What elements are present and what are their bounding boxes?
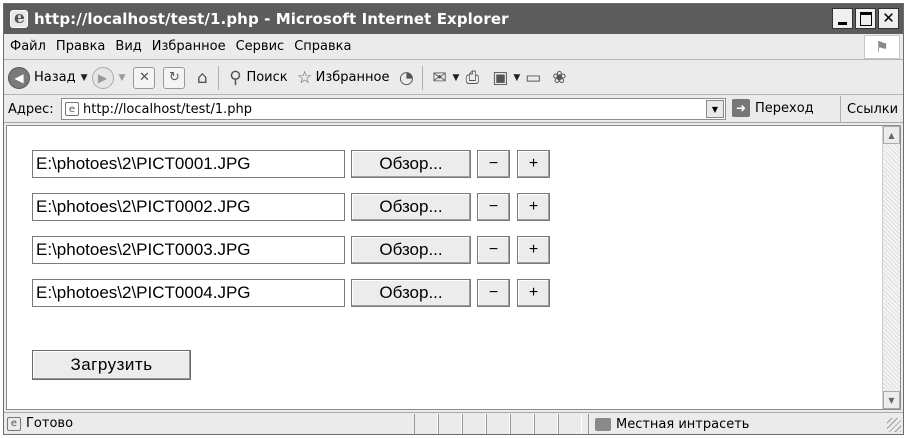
status-pane xyxy=(462,414,486,434)
ie-app-icon xyxy=(10,8,28,28)
status-bar: e Готово Местная интрасеть xyxy=(4,412,903,434)
menu-bar: Файл Правка Вид Избранное Сервис Справка… xyxy=(4,34,903,60)
links-label: Ссылки xyxy=(847,101,899,117)
browse-button[interactable]: Обзор... xyxy=(351,150,471,178)
scroll-down-icon[interactable]: ▼ xyxy=(883,391,900,409)
add-row-button[interactable]: + xyxy=(517,279,550,307)
history-icon[interactable]: ◔ xyxy=(395,67,417,89)
status-pane xyxy=(510,414,534,434)
scroll-up-icon[interactable]: ▲ xyxy=(883,126,900,144)
file-input[interactable]: E:\photoes\2\PICT0003.JPG xyxy=(32,236,345,264)
windows-logo-icon: ⚑ xyxy=(864,35,900,59)
title-bar: http://localhost/test/1.php - Microsoft … xyxy=(4,4,903,34)
menu-help[interactable]: Справка xyxy=(294,39,351,54)
forward-button[interactable]: ▶ ▼ xyxy=(91,66,130,89)
resize-grip-icon[interactable] xyxy=(887,418,901,432)
address-bar: Адрес: e http://localhost/test/1.php ▼ ➜… xyxy=(4,96,903,123)
add-row-button[interactable]: + xyxy=(517,236,550,264)
status-text: Готово xyxy=(26,416,74,431)
print-icon[interactable]: ⎙ xyxy=(461,67,483,89)
vertical-scrollbar[interactable]: ▲ ▼ xyxy=(882,126,900,409)
menu-favorites[interactable]: Избранное xyxy=(152,39,226,54)
maximize-button[interactable] xyxy=(855,8,876,29)
discuss-icon[interactable]: ▭ xyxy=(522,67,544,89)
address-dropdown-icon[interactable]: ▼ xyxy=(706,100,724,118)
messenger-icon[interactable]: ❀ xyxy=(548,67,570,89)
file-row: E:\photoes\2\PICT0004.JPG Обзор... − + xyxy=(32,279,550,307)
file-row: E:\photoes\2\PICT0002.JPG Обзор... − + xyxy=(32,193,550,221)
add-row-button[interactable]: + xyxy=(517,193,550,221)
links-button[interactable]: Ссылки xyxy=(840,96,898,122)
remove-row-button[interactable]: − xyxy=(477,279,510,307)
status-pane xyxy=(558,414,582,434)
favorites-label: Избранное xyxy=(315,70,390,85)
forward-dropdown-icon[interactable]: ▼ xyxy=(119,73,126,83)
search-icon: ⚲ xyxy=(229,67,242,88)
menu-tools[interactable]: Сервис xyxy=(236,39,285,54)
window-title: http://localhost/test/1.php - Microsoft … xyxy=(34,10,509,28)
window-controls: ✕ xyxy=(832,8,899,29)
page-icon: e xyxy=(65,102,79,116)
intranet-zone-icon xyxy=(595,417,611,431)
file-row: E:\photoes\2\PICT0003.JPG Обзор... − + xyxy=(32,236,550,264)
address-input[interactable]: e http://localhost/test/1.php ▼ xyxy=(61,98,726,120)
browse-button[interactable]: Обзор... xyxy=(351,236,471,264)
back-button[interactable]: ◀ Назад ▼ xyxy=(8,66,92,89)
search-label: Поиск xyxy=(246,70,288,85)
menu-view[interactable]: Вид xyxy=(115,39,141,54)
file-input[interactable]: E:\photoes\2\PICT0002.JPG xyxy=(32,193,345,221)
status-pane xyxy=(438,414,462,434)
file-input[interactable]: E:\photoes\2\PICT0004.JPG xyxy=(32,279,345,307)
edit-icon[interactable]: ▣ xyxy=(489,67,511,89)
refresh-icon[interactable]: ↻ xyxy=(163,66,186,89)
browse-button[interactable]: Обзор... xyxy=(351,193,471,221)
remove-row-button[interactable]: − xyxy=(477,150,510,178)
status-panes xyxy=(414,414,582,434)
security-zone: Местная интрасеть xyxy=(588,414,880,434)
remove-row-button[interactable]: − xyxy=(477,193,510,221)
upload-button[interactable]: Загрузить xyxy=(32,350,191,380)
go-button[interactable]: ➜ Переход xyxy=(732,99,814,117)
back-arrow-icon: ◀ xyxy=(8,66,30,89)
page-content: E:\photoes\2\PICT0001.JPG Обзор... − + E… xyxy=(6,125,901,410)
stop-icon[interactable]: ✕ xyxy=(133,66,156,89)
favorites-button[interactable]: ☆ Избранное xyxy=(294,67,390,89)
browser-window: http://localhost/test/1.php - Microsoft … xyxy=(3,3,904,435)
page-status-icon: e xyxy=(7,416,21,431)
address-label: Адрес: xyxy=(8,101,54,117)
close-button[interactable]: ✕ xyxy=(878,8,899,29)
favorites-star-icon: ☆ xyxy=(297,67,313,88)
address-url[interactable]: http://localhost/test/1.php xyxy=(83,102,252,117)
status-pane xyxy=(486,414,510,434)
edit-dropdown-icon[interactable]: ▼ xyxy=(513,73,520,83)
remove-row-button[interactable]: − xyxy=(477,236,510,264)
zone-label: Местная интрасеть xyxy=(616,416,750,432)
menu-file[interactable]: Файл xyxy=(10,39,46,54)
file-row: E:\photoes\2\PICT0001.JPG Обзор... − + xyxy=(32,150,550,178)
standard-toolbar: ◀ Назад ▼ ▶ ▼ ✕ ↻ ⌂ ⚲ Поиск ☆ Избранное … xyxy=(4,61,903,95)
go-label: Переход xyxy=(755,100,814,116)
go-arrow-icon: ➜ xyxy=(732,99,750,117)
back-dropdown-icon[interactable]: ▼ xyxy=(81,73,88,83)
mail-icon[interactable]: ✉ xyxy=(428,67,450,89)
mail-dropdown-icon[interactable]: ▼ xyxy=(452,73,459,83)
status-pane xyxy=(414,414,438,434)
back-label: Назад xyxy=(34,70,76,85)
browse-button[interactable]: Обзор... xyxy=(351,279,471,307)
status-pane xyxy=(534,414,558,434)
toolbar-separator xyxy=(422,65,424,90)
forward-arrow-icon: ▶ xyxy=(91,66,114,89)
minimize-button[interactable] xyxy=(832,8,853,29)
search-button[interactable]: ⚲ Поиск xyxy=(224,67,287,89)
home-icon[interactable]: ⌂ xyxy=(191,67,213,89)
file-input[interactable]: E:\photoes\2\PICT0001.JPG xyxy=(32,150,345,178)
add-row-button[interactable]: + xyxy=(517,150,550,178)
toolbar-separator xyxy=(218,65,220,90)
menu-edit[interactable]: Правка xyxy=(56,39,105,54)
